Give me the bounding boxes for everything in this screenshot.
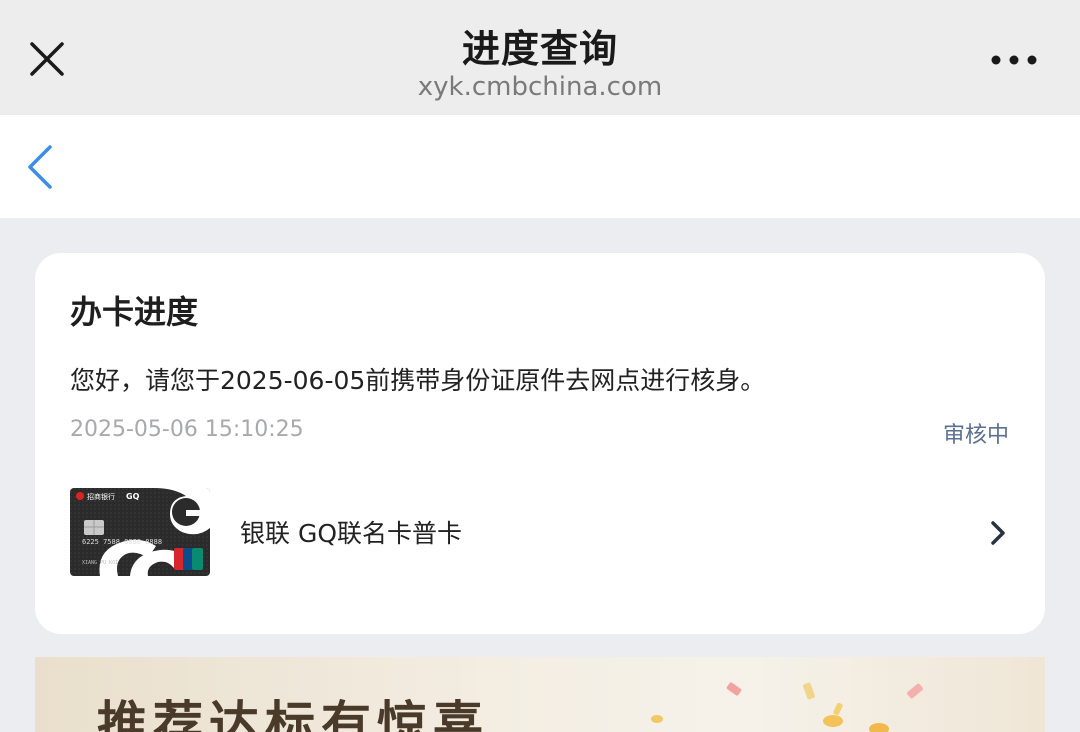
credit-card-image: 招商银行 GQ 6225 7588 8888 8888 XIANG PU KOI [70,488,210,576]
card-title: 办卡进度 [70,293,199,331]
progress-message: 您好，请您于2025-06-05前携带身份证原件去网点进行核身。 [70,366,766,395]
card-holder: XIANG PU KOI [82,560,118,566]
card-product-row[interactable]: 招商银行 GQ 6225 7588 8888 8888 XIANG PU KOI… [70,488,1010,576]
application-progress-card: 办卡进度 您好，请您于2025-06-05前携带身份证原件去网点进行核身。 20… [35,253,1045,634]
status-badge: 审核中 [942,423,1009,448]
chevron-left-icon[interactable] [22,143,58,191]
chevron-right-icon[interactable] [986,518,1010,548]
card-brand: GQ [126,492,140,501]
product-name: 银联 GQ联名卡普卡 [240,519,462,548]
nav-bar [0,115,1080,218]
confetti-decoration [651,682,923,732]
page-title: 进度查询 [461,27,618,71]
browser-header: 进度查询 xyk.cmbchina.com [0,0,1080,115]
promo-banner[interactable]: 推荐达标有惊喜 [35,657,1045,732]
progress-timestamp: 2025-05-06 15:10:25 [70,417,304,442]
unionpay-logo [174,548,203,570]
card-number: 6225 7588 8888 8888 [82,538,162,546]
page-domain: xyk.cmbchina.com [417,72,663,102]
more-horizontal-icon[interactable] [988,50,1040,70]
card-bank-name: 招商银行 [87,492,115,501]
banner-headline: 推荐达标有惊喜 [97,695,489,732]
